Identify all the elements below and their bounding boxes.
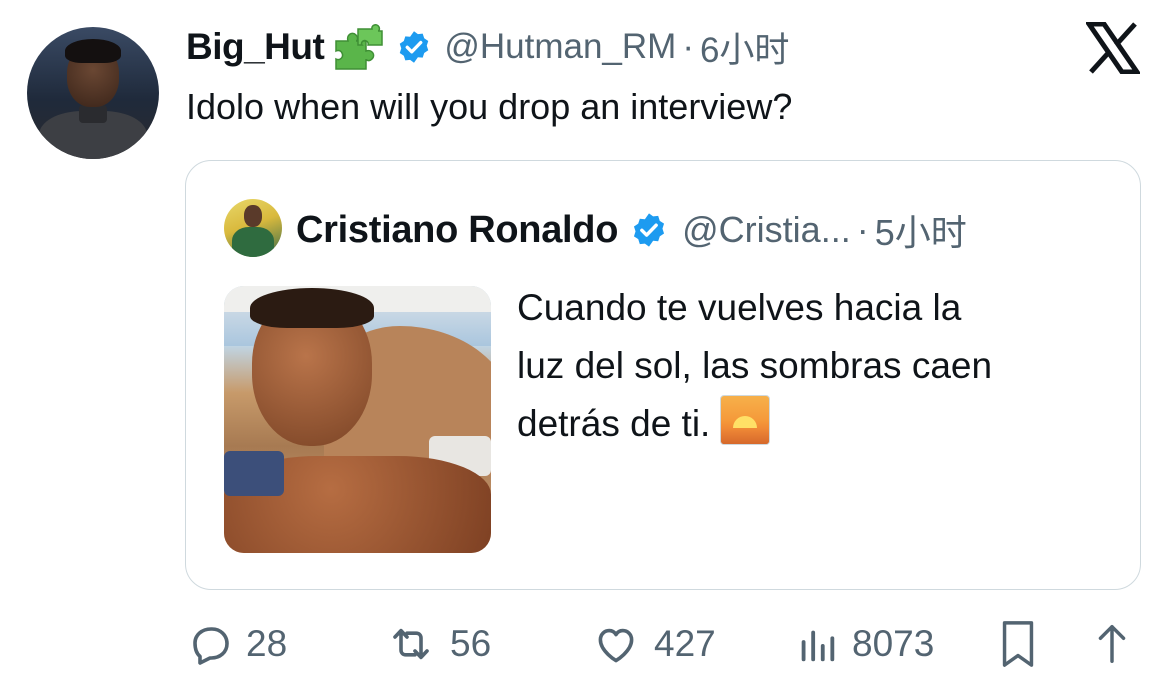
quoted-tweet-photo[interactable] bbox=[224, 286, 491, 553]
views-button[interactable]: 8073 bbox=[794, 616, 934, 672]
separator-dot: · bbox=[856, 209, 869, 250]
like-button[interactable]: 427 bbox=[590, 616, 716, 672]
quoted-author-display-name[interactable]: Cristiano Ronaldo bbox=[296, 209, 618, 252]
quoted-text-line: Cuando te vuelves hacia la bbox=[517, 287, 962, 328]
bookmark-icon bbox=[1002, 621, 1034, 667]
quoted-author-handle[interactable]: @Cristia... bbox=[682, 209, 851, 251]
verified-badge-icon bbox=[396, 29, 432, 65]
view-count: 8073 bbox=[852, 623, 935, 664]
share-button[interactable] bbox=[1092, 616, 1132, 672]
quoted-text-line: luz del sol, las sombras caen bbox=[517, 345, 993, 386]
retweet-count: 56 bbox=[450, 623, 492, 664]
tweet-header: Big_Hut @Hutman_RM · 6小时 bbox=[186, 22, 789, 72]
tweet-actions-bar: 28 56 427 8073 bbox=[186, 616, 1146, 672]
reply-icon bbox=[193, 627, 229, 665]
like-count: 427 bbox=[654, 623, 716, 664]
bookmark-button[interactable] bbox=[996, 616, 1040, 672]
retweet-icon bbox=[393, 628, 429, 660]
heart-icon bbox=[598, 628, 634, 663]
author-avatar[interactable] bbox=[27, 27, 159, 159]
author-handle[interactable]: @Hutman_RM bbox=[444, 27, 676, 67]
quoted-text-line: detrás de ti. bbox=[517, 403, 711, 444]
puzzle-piece-icon bbox=[328, 23, 384, 71]
tweet-timestamp[interactable]: 6小时 bbox=[700, 22, 789, 73]
x-logo-icon[interactable] bbox=[1084, 21, 1142, 75]
separator-dot: · bbox=[682, 27, 694, 66]
quoted-tweet-timestamp[interactable]: 5小时 bbox=[875, 204, 967, 256]
sunset-emoji-icon bbox=[720, 395, 771, 445]
author-display-name[interactable]: Big_Hut bbox=[186, 26, 325, 68]
quoted-tweet-text: Cuando te vuelves hacia la luz del sol, … bbox=[517, 279, 992, 453]
reply-count: 28 bbox=[246, 623, 288, 664]
quoted-tweet-header: Cristiano Ronaldo @Cristia... · 5小时 bbox=[296, 205, 967, 255]
quoted-text-line-last: detrás de ti. bbox=[517, 395, 992, 453]
tweet-text: Idolo when will you drop an interview? bbox=[186, 86, 793, 127]
retweet-button[interactable]: 56 bbox=[384, 616, 491, 672]
quoted-author-avatar[interactable] bbox=[224, 199, 282, 257]
verified-badge-icon bbox=[630, 211, 668, 249]
share-icon bbox=[1098, 624, 1126, 664]
reply-button[interactable]: 28 bbox=[186, 616, 287, 672]
views-chart-icon bbox=[801, 630, 835, 662]
